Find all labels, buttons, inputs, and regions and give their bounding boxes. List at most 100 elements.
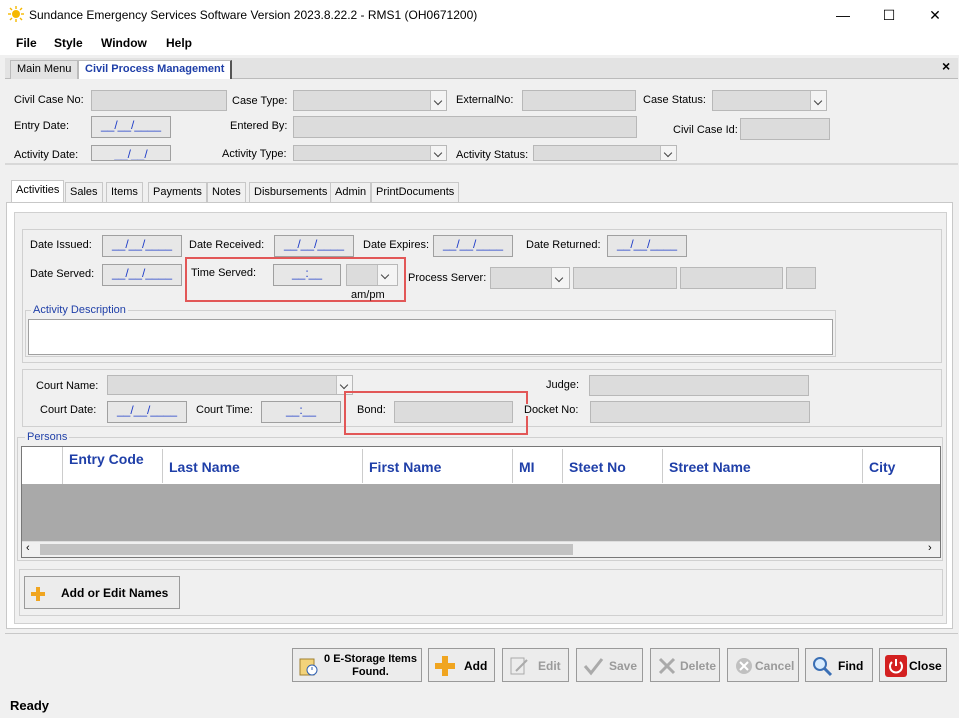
close-label: Close — [909, 659, 942, 673]
date-received-field[interactable]: __/__/____ — [274, 235, 354, 257]
magnifier-icon — [813, 657, 833, 677]
bond-field[interactable] — [394, 401, 513, 423]
scroll-right-icon[interactable]: › — [928, 542, 932, 554]
e-storage-label: 0 E-Storage Items Found. — [324, 653, 417, 678]
col-street-name[interactable]: Street Name — [669, 459, 751, 475]
tab-notes[interactable]: Notes — [207, 182, 246, 202]
chevron-down-icon — [810, 91, 826, 110]
docket-no-field[interactable] — [590, 401, 810, 423]
court-time-field[interactable]: __:__ — [261, 401, 341, 423]
date-received-label: Date Received: — [189, 239, 265, 251]
chevron-down-icon — [551, 268, 569, 288]
plus-icon — [435, 656, 455, 676]
edit-label: Edit — [538, 659, 561, 673]
process-server-field-3[interactable] — [786, 267, 816, 289]
entered-by-field[interactable] — [293, 116, 637, 138]
entry-date-label: Entry Date: — [14, 120, 70, 132]
app-sun-icon — [8, 6, 24, 22]
tab-admin[interactable]: Admin — [330, 182, 372, 202]
tab-print-documents[interactable]: PrintDocuments — [371, 182, 460, 202]
tab-civil-process-management[interactable]: Civil Process Management — [78, 60, 233, 79]
persons-grid-header: Entry Code Last Name First Name MI Steet… — [22, 447, 940, 485]
plus-icon — [31, 587, 45, 601]
process-server-field-1[interactable] — [573, 267, 677, 289]
civil-case-no-field[interactable] — [91, 90, 227, 111]
storage-folder-icon — [299, 658, 318, 676]
ampm-select[interactable] — [346, 264, 398, 286]
case-status-select[interactable] — [712, 90, 827, 111]
scroll-left-icon[interactable]: ‹ — [26, 542, 30, 554]
close-button[interactable]: Close — [879, 648, 947, 682]
tab-sales[interactable]: Sales — [65, 182, 103, 202]
col-divider — [862, 449, 863, 483]
edit-pencil-icon — [510, 657, 528, 675]
date-expires-field[interactable]: __/__/____ — [433, 235, 513, 257]
ampm-label: am/pm — [351, 289, 385, 301]
civil-case-no-label: Civil Case No: — [14, 94, 84, 106]
tab-payments[interactable]: Payments — [148, 182, 207, 202]
court-name-select[interactable] — [107, 375, 353, 395]
title-bar: Sundance Emergency Services Software Ver… — [0, 0, 959, 31]
activity-description-input[interactable] — [28, 319, 833, 355]
cancel-circle-icon — [736, 658, 752, 674]
col-first-name[interactable]: First Name — [369, 459, 441, 475]
menu-help[interactable]: Help — [166, 36, 192, 50]
process-server-field-2[interactable] — [680, 267, 783, 289]
edit-button[interactable]: Edit — [502, 648, 569, 682]
delete-label: Delete — [680, 659, 717, 673]
case-status-label: Case Status: — [643, 94, 706, 106]
time-served-field[interactable]: __:__ — [273, 264, 341, 286]
minimize-button[interactable]: — — [820, 0, 866, 31]
delete-x-icon — [658, 657, 676, 675]
case-type-select[interactable] — [293, 90, 447, 111]
menu-bar: File Style Window Help — [0, 31, 959, 55]
menu-style[interactable]: Style — [54, 36, 83, 50]
activity-date-field[interactable]: __/__/ — [91, 145, 171, 161]
activity-type-select[interactable] — [293, 145, 447, 161]
chevron-down-icon — [430, 146, 446, 160]
close-tab-icon[interactable]: × — [942, 58, 950, 74]
bond-label: Bond: — [357, 404, 386, 416]
tab-main-menu[interactable]: Main Menu — [10, 60, 79, 79]
find-button[interactable]: Find — [805, 648, 873, 682]
court-date-field[interactable]: __/__/____ — [107, 401, 187, 423]
col-mi[interactable]: MI — [519, 459, 535, 475]
close-window-button[interactable]: ✕ — [912, 0, 958, 31]
cancel-button[interactable]: Cancel — [727, 648, 799, 682]
col-street-no[interactable]: Steet No — [569, 459, 626, 475]
external-no-field[interactable] — [522, 90, 636, 111]
delete-button[interactable]: Delete — [650, 648, 720, 682]
process-server-select[interactable] — [490, 267, 570, 289]
menu-file[interactable]: File — [16, 36, 37, 50]
col-city[interactable]: City — [869, 459, 895, 475]
window-title: Sundance Emergency Services Software Ver… — [29, 8, 478, 22]
col-divider — [362, 449, 363, 483]
activity-status-select[interactable] — [533, 145, 677, 161]
date-issued-field[interactable]: __/__/____ — [102, 235, 182, 257]
tab-activities[interactable]: Activities — [11, 180, 65, 203]
menu-window[interactable]: Window — [101, 36, 147, 50]
col-divider — [562, 449, 563, 483]
maximize-button[interactable]: ☐ — [866, 0, 912, 31]
scrollbar-thumb[interactable] — [40, 544, 573, 555]
date-served-field[interactable]: __/__/____ — [102, 264, 182, 286]
add-label: Add — [464, 659, 488, 673]
status-bar: Ready — [0, 693, 959, 718]
tab-disbursements[interactable]: Disbursements — [249, 182, 333, 202]
activity-description-legend: Activity Description — [31, 304, 128, 316]
civil-case-id-field[interactable] — [740, 118, 830, 140]
col-entry-code[interactable]: Entry Code — [69, 451, 159, 467]
tab-items[interactable]: Items — [106, 182, 143, 202]
entered-by-label: Entered By: — [230, 120, 288, 132]
add-edit-names-button[interactable]: Add or Edit Names — [24, 576, 180, 609]
date-returned-field[interactable]: __/__/____ — [607, 235, 687, 257]
entry-date-field[interactable]: __/__/____ — [91, 116, 171, 138]
judge-field[interactable] — [589, 375, 809, 396]
col-last-name[interactable]: Last Name — [169, 459, 240, 475]
add-button[interactable]: Add — [428, 648, 495, 682]
e-storage-button[interactable]: 0 E-Storage Items Found. — [292, 648, 422, 682]
find-label: Find — [838, 659, 864, 673]
save-button[interactable]: Save — [576, 648, 643, 682]
time-served-label: Time Served: — [191, 267, 257, 279]
grid-horizontal-scrollbar[interactable]: ‹ › — [22, 541, 940, 557]
